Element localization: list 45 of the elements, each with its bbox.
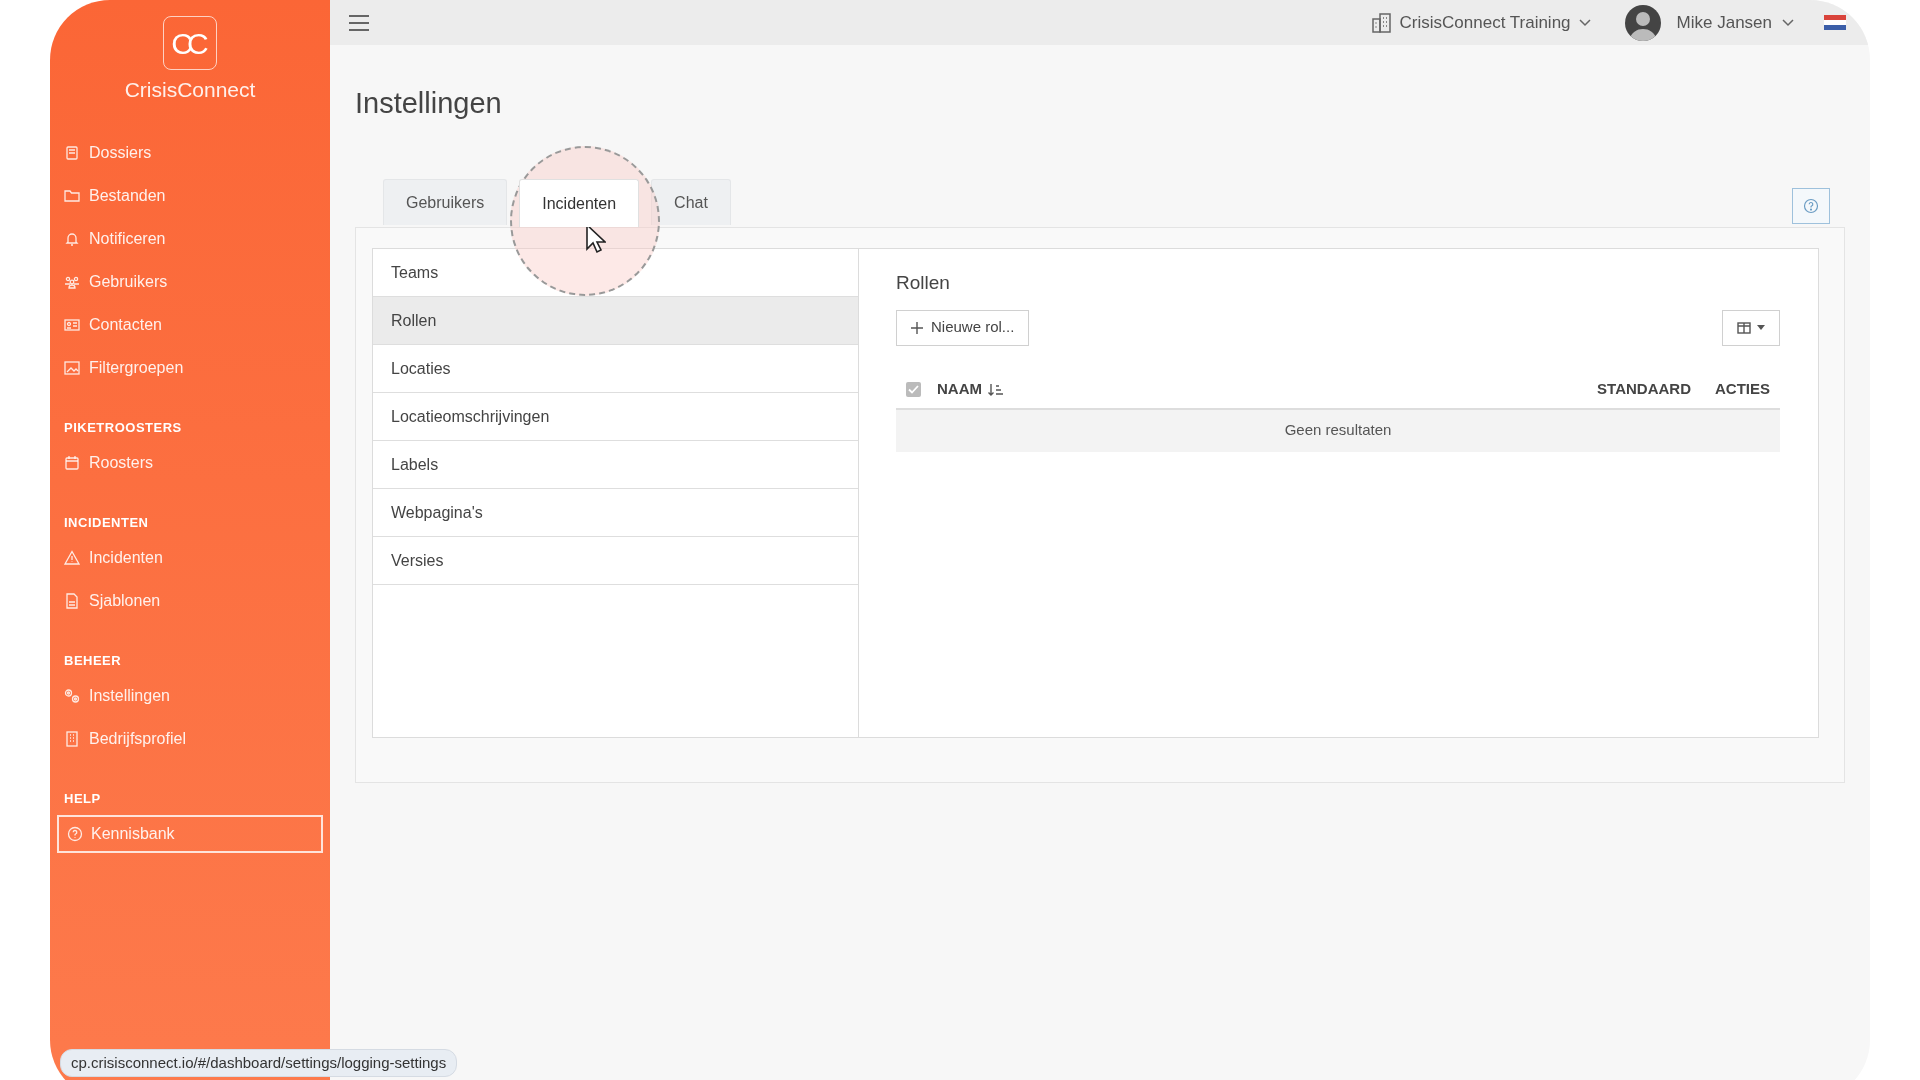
plus-icon — [911, 321, 923, 334]
sort-icon[interactable] — [988, 382, 1004, 397]
folder-icon — [64, 188, 80, 204]
new-role-button[interactable]: Nieuwe rol... — [896, 309, 1030, 346]
chevron-down-icon — [1782, 18, 1794, 27]
select-all-checkbox[interactable] — [906, 382, 921, 397]
section-heading: BEHEER — [63, 651, 123, 670]
columns-icon — [1737, 321, 1751, 334]
user-dropdown[interactable]: Mike Jansen — [1676, 9, 1794, 36]
tab[interactable]: Incidenten — [519, 179, 640, 227]
contact-card-icon — [64, 317, 80, 333]
tab[interactable]: Gebruikers — [383, 179, 508, 225]
users-icon — [64, 274, 80, 290]
column-header: STANDAARD — [1597, 379, 1691, 400]
warning-icon — [64, 550, 80, 566]
settings-list-item[interactable]: Rollen — [373, 297, 858, 345]
building-icon — [64, 731, 80, 747]
caret-icon — [1757, 325, 1765, 330]
empty-message: Geen resultaten — [1284, 420, 1392, 441]
chevron-down-icon — [1578, 18, 1591, 27]
calendar-icon — [64, 455, 80, 471]
avatar — [1624, 4, 1661, 41]
building-icon — [1371, 12, 1392, 33]
image-icon — [64, 360, 80, 376]
flag-icon[interactable] — [1824, 15, 1846, 30]
help-icon — [1803, 198, 1819, 214]
gears-icon — [64, 688, 80, 704]
section-heading: PIKETROOSTERS — [63, 418, 183, 437]
book-icon — [64, 145, 80, 161]
column-header: ACTIES — [1715, 379, 1770, 400]
section-title: Rollen — [896, 271, 951, 295]
section-heading: HELP — [63, 789, 102, 808]
column-header[interactable]: NAAM — [937, 378, 982, 401]
document-icon — [64, 593, 80, 609]
help-icon — [67, 825, 83, 842]
section-heading: INCIDENTEN — [63, 513, 150, 532]
brand-name: CrisisConnect — [124, 77, 256, 103]
bell-icon — [64, 231, 80, 247]
status-url: cp.crisisconnect.io/#/dashboard/settings/logging-settings — [60, 1049, 458, 1077]
menu-button[interactable] — [348, 12, 372, 33]
organization-dropdown[interactable]: CrisisConnect Training — [1371, 9, 1591, 36]
columns-button[interactable] — [1722, 309, 1780, 346]
tab[interactable]: Chat — [651, 179, 731, 225]
logo-icon: CC — [163, 16, 217, 70]
page-title: Instellingen — [355, 86, 503, 121]
